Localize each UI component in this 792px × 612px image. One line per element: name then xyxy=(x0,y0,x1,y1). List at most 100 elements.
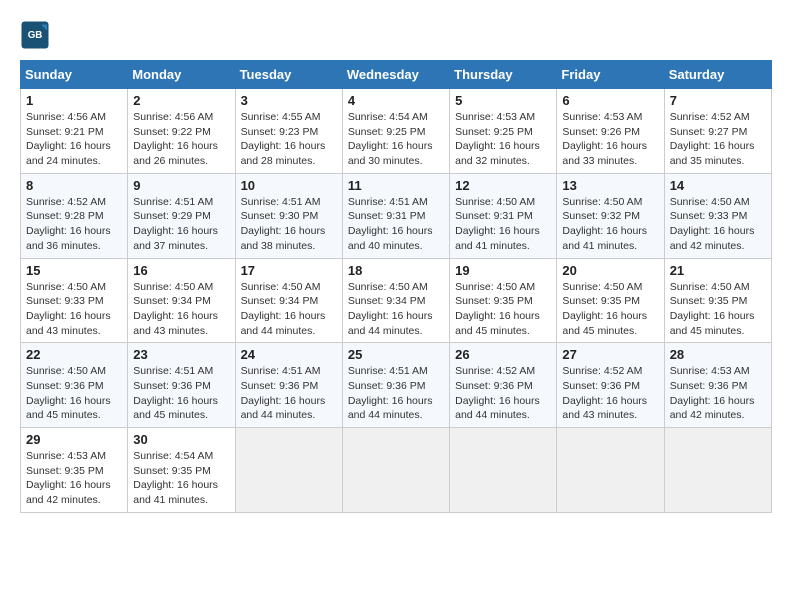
calendar-cell: 1Sunrise: 4:56 AM Sunset: 9:21 PM Daylig… xyxy=(21,89,128,174)
day-number: 22 xyxy=(26,347,122,362)
day-info: Sunrise: 4:50 AM Sunset: 9:35 PM Dayligh… xyxy=(455,280,551,339)
calendar-cell xyxy=(235,428,342,513)
day-info: Sunrise: 4:50 AM Sunset: 9:32 PM Dayligh… xyxy=(562,195,658,254)
calendar-cell: 21Sunrise: 4:50 AM Sunset: 9:35 PM Dayli… xyxy=(664,258,771,343)
day-info: Sunrise: 4:51 AM Sunset: 9:31 PM Dayligh… xyxy=(348,195,444,254)
calendar-cell: 8 Sunrise: 4:52 AM Sunset: 9:28 PM Daylig… xyxy=(21,173,128,258)
calendar-cell xyxy=(664,428,771,513)
calendar-cell xyxy=(450,428,557,513)
calendar-cell: 3 Sunrise: 4:55 AM Sunset: 9:23 PM Daylig… xyxy=(235,89,342,174)
day-number: 11 xyxy=(348,178,444,193)
svg-text:GB: GB xyxy=(28,30,43,41)
calendar-table: SundayMondayTuesdayWednesdayThursdayFrid… xyxy=(20,60,772,513)
day-info: Sunrise: 4:53 AM Sunset: 9:26 PM Dayligh… xyxy=(562,110,658,169)
day-number: 3 xyxy=(241,93,337,108)
day-number: 4 xyxy=(348,93,444,108)
logo-icon: GB xyxy=(20,20,50,50)
day-info: Sunrise: 4:56 AM Sunset: 9:22 PM Dayligh… xyxy=(133,110,229,169)
day-info: Sunrise: 4:50 AM Sunset: 9:35 PM Dayligh… xyxy=(562,280,658,339)
calendar-cell: 22 Sunrise: 4:50 AM Sunset: 9:36 PM Dayli… xyxy=(21,343,128,428)
calendar-cell: 30 Sunrise: 4:54 AM Sunset: 9:35 PM Dayli… xyxy=(128,428,235,513)
calendar-cell: 6 Sunrise: 4:53 AM Sunset: 9:26 PM Daylig… xyxy=(557,89,664,174)
calendar-cell: 23 Sunrise: 4:51 AM Sunset: 9:36 PM Dayli… xyxy=(128,343,235,428)
day-number: 13 xyxy=(562,178,658,193)
calendar-cell: 14Sunrise: 4:50 AM Sunset: 9:33 PM Dayli… xyxy=(664,173,771,258)
day-info: Sunrise: 4:50 AM Sunset: 9:36 PM Dayligh… xyxy=(26,364,122,423)
day-number: 17 xyxy=(241,263,337,278)
calendar-week-row: 29Sunrise: 4:53 AM Sunset: 9:35 PM Dayli… xyxy=(21,428,772,513)
day-number: 7 xyxy=(670,93,766,108)
day-number: 12 xyxy=(455,178,551,193)
calendar-cell xyxy=(342,428,449,513)
calendar-week-row: 1Sunrise: 4:56 AM Sunset: 9:21 PM Daylig… xyxy=(21,89,772,174)
calendar-week-row: 22 Sunrise: 4:50 AM Sunset: 9:36 PM Dayli… xyxy=(21,343,772,428)
calendar-cell: 7 Sunrise: 4:52 AM Sunset: 9:27 PM Daylig… xyxy=(664,89,771,174)
day-info: Sunrise: 4:54 AM Sunset: 9:25 PM Dayligh… xyxy=(348,110,444,169)
day-of-week-header: Thursday xyxy=(450,61,557,89)
day-info: Sunrise: 4:50 AM Sunset: 9:33 PM Dayligh… xyxy=(670,195,766,254)
day-info: Sunrise: 4:51 AM Sunset: 9:30 PM Dayligh… xyxy=(241,195,337,254)
calendar-cell: 5 Sunrise: 4:53 AM Sunset: 9:25 PM Daylig… xyxy=(450,89,557,174)
calendar-cell: 4 Sunrise: 4:54 AM Sunset: 9:25 PM Daylig… xyxy=(342,89,449,174)
day-number: 19 xyxy=(455,263,551,278)
day-of-week-header: Sunday xyxy=(21,61,128,89)
day-info: Sunrise: 4:50 AM Sunset: 9:34 PM Dayligh… xyxy=(241,280,337,339)
calendar-cell: 17 Sunrise: 4:50 AM Sunset: 9:34 PM Dayli… xyxy=(235,258,342,343)
calendar-cell xyxy=(557,428,664,513)
calendar-cell: 2 Sunrise: 4:56 AM Sunset: 9:22 PM Daylig… xyxy=(128,89,235,174)
day-info: Sunrise: 4:55 AM Sunset: 9:23 PM Dayligh… xyxy=(241,110,337,169)
day-number: 10 xyxy=(241,178,337,193)
calendar-cell: 24 Sunrise: 4:51 AM Sunset: 9:36 PM Dayli… xyxy=(235,343,342,428)
day-info: Sunrise: 4:50 AM Sunset: 9:34 PM Dayligh… xyxy=(133,280,229,339)
day-info: Sunrise: 4:51 AM Sunset: 9:36 PM Dayligh… xyxy=(133,364,229,423)
day-info: Sunrise: 4:52 AM Sunset: 9:28 PM Dayligh… xyxy=(26,195,122,254)
calendar-cell: 13 Sunrise: 4:50 AM Sunset: 9:32 PM Dayli… xyxy=(557,173,664,258)
page-header: GB xyxy=(20,20,772,50)
calendar-cell: 20Sunrise: 4:50 AM Sunset: 9:35 PM Dayli… xyxy=(557,258,664,343)
day-info: Sunrise: 4:54 AM Sunset: 9:35 PM Dayligh… xyxy=(133,449,229,508)
day-number: 6 xyxy=(562,93,658,108)
day-number: 29 xyxy=(26,432,122,447)
day-number: 27 xyxy=(562,347,658,362)
calendar-week-row: 15 Sunrise: 4:50 AM Sunset: 9:33 PM Dayli… xyxy=(21,258,772,343)
calendar-cell: 26Sunrise: 4:52 AM Sunset: 9:36 PM Dayli… xyxy=(450,343,557,428)
calendar-cell: 29Sunrise: 4:53 AM Sunset: 9:35 PM Dayli… xyxy=(21,428,128,513)
calendar-week-row: 8 Sunrise: 4:52 AM Sunset: 9:28 PM Daylig… xyxy=(21,173,772,258)
day-number: 15 xyxy=(26,263,122,278)
day-of-week-header: Wednesday xyxy=(342,61,449,89)
day-number: 18 xyxy=(348,263,444,278)
day-info: Sunrise: 4:50 AM Sunset: 9:35 PM Dayligh… xyxy=(670,280,766,339)
day-number: 30 xyxy=(133,432,229,447)
day-of-week-header: Saturday xyxy=(664,61,771,89)
calendar-cell: 15 Sunrise: 4:50 AM Sunset: 9:33 PM Dayli… xyxy=(21,258,128,343)
day-number: 8 xyxy=(26,178,122,193)
day-number: 9 xyxy=(133,178,229,193)
day-info: Sunrise: 4:52 AM Sunset: 9:36 PM Dayligh… xyxy=(455,364,551,423)
day-info: Sunrise: 4:53 AM Sunset: 9:36 PM Dayligh… xyxy=(670,364,766,423)
day-info: Sunrise: 4:52 AM Sunset: 9:27 PM Dayligh… xyxy=(670,110,766,169)
day-number: 2 xyxy=(133,93,229,108)
logo: GB xyxy=(20,20,54,50)
day-number: 25 xyxy=(348,347,444,362)
calendar-cell: 19 Sunrise: 4:50 AM Sunset: 9:35 PM Dayli… xyxy=(450,258,557,343)
calendar-cell: 11 Sunrise: 4:51 AM Sunset: 9:31 PM Dayli… xyxy=(342,173,449,258)
day-number: 24 xyxy=(241,347,337,362)
day-info: Sunrise: 4:53 AM Sunset: 9:25 PM Dayligh… xyxy=(455,110,551,169)
calendar-cell: 9 Sunrise: 4:51 AM Sunset: 9:29 PM Daylig… xyxy=(128,173,235,258)
day-info: Sunrise: 4:51 AM Sunset: 9:29 PM Dayligh… xyxy=(133,195,229,254)
day-info: Sunrise: 4:51 AM Sunset: 9:36 PM Dayligh… xyxy=(241,364,337,423)
day-info: Sunrise: 4:50 AM Sunset: 9:33 PM Dayligh… xyxy=(26,280,122,339)
day-of-week-header: Friday xyxy=(557,61,664,89)
day-info: Sunrise: 4:51 AM Sunset: 9:36 PM Dayligh… xyxy=(348,364,444,423)
day-of-week-header: Tuesday xyxy=(235,61,342,89)
day-number: 1 xyxy=(26,93,122,108)
day-number: 28 xyxy=(670,347,766,362)
day-number: 5 xyxy=(455,93,551,108)
calendar-cell: 16Sunrise: 4:50 AM Sunset: 9:34 PM Dayli… xyxy=(128,258,235,343)
calendar-cell: 18Sunrise: 4:50 AM Sunset: 9:34 PM Dayli… xyxy=(342,258,449,343)
day-number: 23 xyxy=(133,347,229,362)
day-info: Sunrise: 4:52 AM Sunset: 9:36 PM Dayligh… xyxy=(562,364,658,423)
calendar-cell: 28 Sunrise: 4:53 AM Sunset: 9:36 PM Dayli… xyxy=(664,343,771,428)
calendar-cell: 27 Sunrise: 4:52 AM Sunset: 9:36 PM Dayli… xyxy=(557,343,664,428)
day-info: Sunrise: 4:50 AM Sunset: 9:31 PM Dayligh… xyxy=(455,195,551,254)
